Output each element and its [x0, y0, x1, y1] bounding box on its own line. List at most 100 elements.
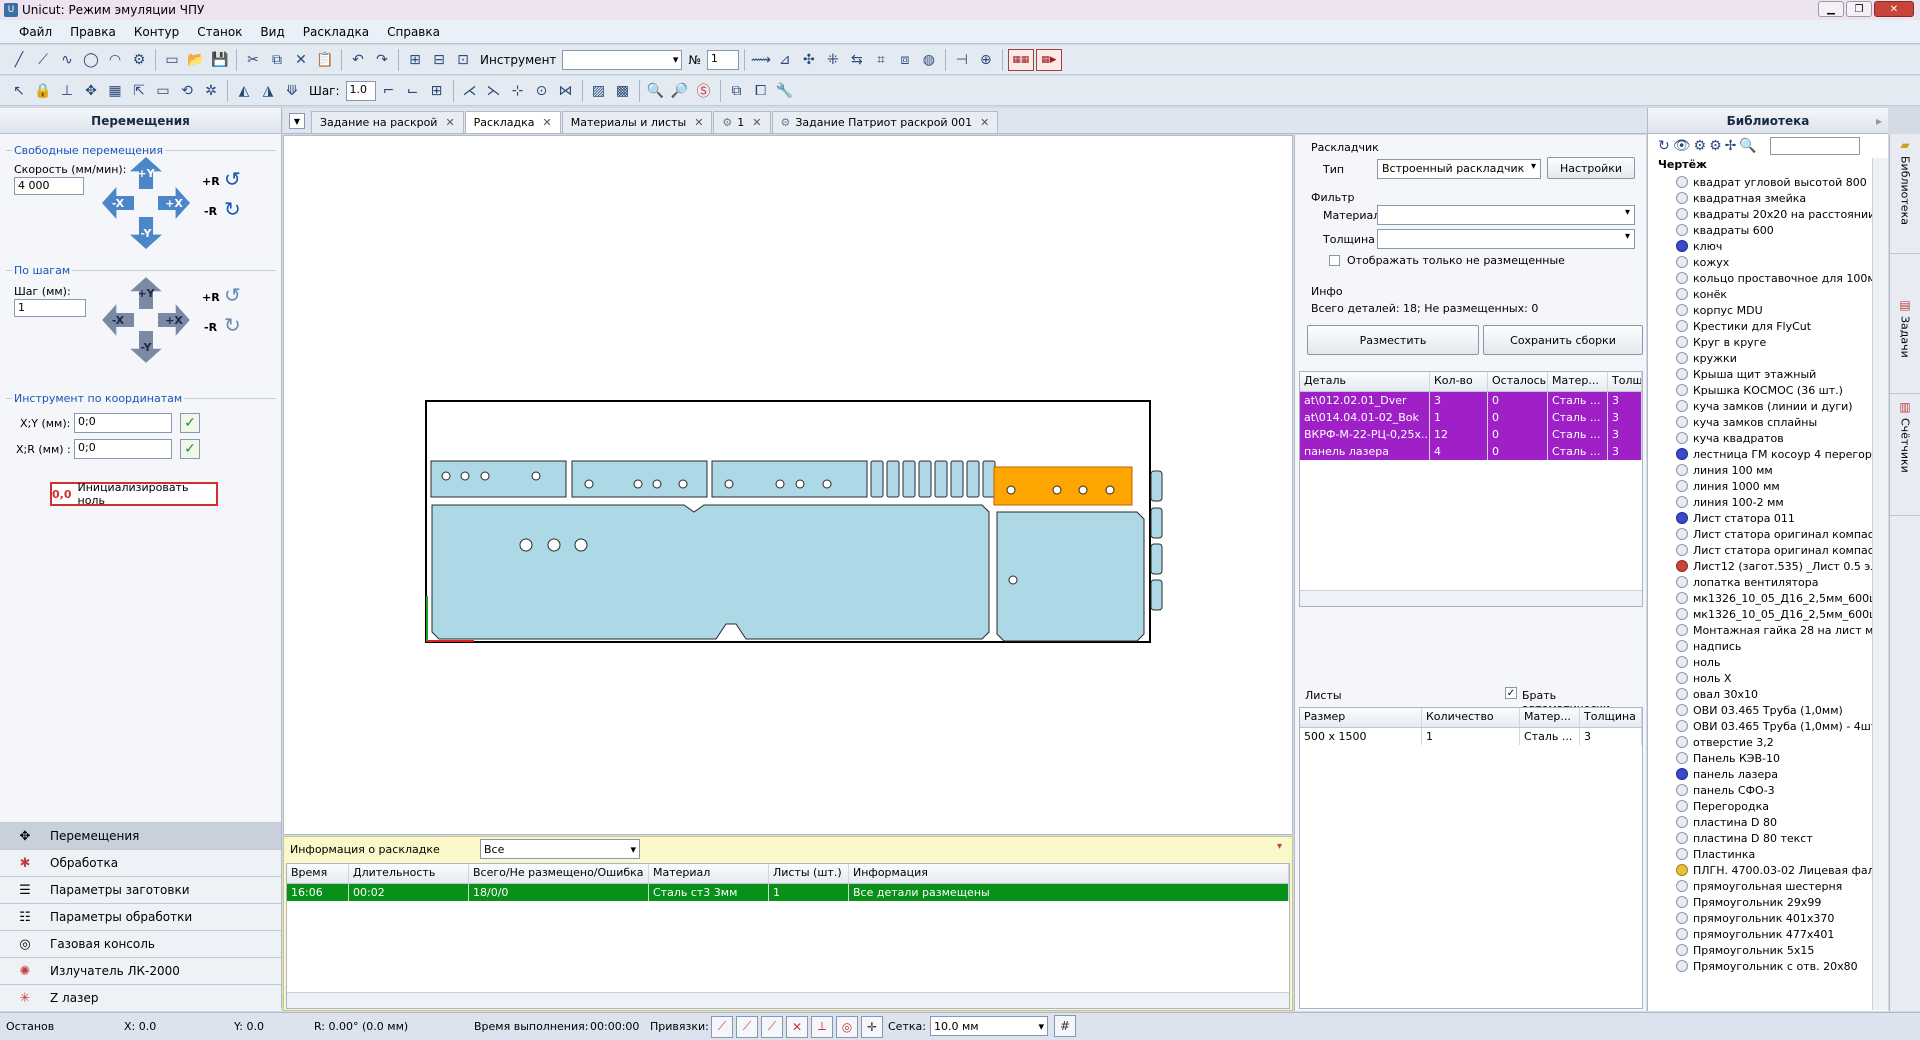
part-strip[interactable]	[934, 460, 948, 498]
list-item[interactable]: квадрат угловой высотой 800	[1648, 174, 1888, 190]
snap-center-icon[interactable]: ⊙	[531, 80, 553, 102]
tab-materials-sheets[interactable]: Материалы и листы ✕	[561, 111, 713, 133]
gear-add-red-icon[interactable]: ✢	[1725, 138, 1737, 154]
list-item[interactable]: мк1326_10_05_Д16_2,5мм_600шт	[1648, 606, 1888, 622]
nav-item-process-params[interactable]: ☷ Параметры обработки	[0, 903, 281, 930]
send-cnc-icon[interactable]: ▦▶	[1035, 48, 1062, 71]
polyline-tool-icon[interactable]: ⟋	[32, 49, 54, 71]
step-plus-y-button[interactable]: +Y	[130, 277, 162, 309]
nav-item-gas-console[interactable]: ◎ Газовая консоль	[0, 930, 281, 957]
target-icon[interactable]: ⊕	[975, 49, 997, 71]
list-item[interactable]: Прямоугольник 5x15	[1648, 942, 1888, 958]
snap-line-icon[interactable]: ⟋	[761, 1015, 783, 1038]
list-item[interactable]: надпись	[1648, 638, 1888, 654]
list-item[interactable]: куча замков сплайны	[1648, 414, 1888, 430]
thickness-select[interactable]	[1377, 229, 1635, 249]
list-item[interactable]: пластина D 80	[1648, 814, 1888, 830]
list-item[interactable]: линия 1000 мм	[1648, 478, 1888, 494]
select-arrow-icon[interactable]: ↖	[8, 80, 30, 102]
list-item[interactable]: конёк	[1648, 286, 1888, 302]
minimize-button[interactable]: ▁	[1818, 1, 1844, 17]
group-icon[interactable]: ⊞	[404, 49, 426, 71]
snap-center-icon[interactable]: ◎	[836, 1015, 858, 1038]
tabs-dropdown-button[interactable]: ▼	[289, 113, 305, 129]
part-strip-vertical[interactable]	[1150, 470, 1163, 502]
list-item[interactable]: панель СФО-3	[1648, 782, 1888, 798]
part-strip[interactable]	[950, 460, 964, 498]
tool-select-icon[interactable]: ⊡	[452, 49, 474, 71]
list-item[interactable]: Лист12 (загот.535) _Лист 0.5 эл	[1648, 558, 1888, 574]
list-item[interactable]: лестница ГМ косоур 4 перегородки	[1648, 446, 1888, 462]
list-item[interactable]: Лист статора оригинал компас	[1648, 526, 1888, 542]
cut-icon[interactable]: ✂	[242, 49, 264, 71]
list-item[interactable]: Крышка КОСМОС (36 шт.)	[1648, 382, 1888, 398]
free-minus-y-button[interactable]: -Y	[130, 217, 162, 249]
list-item[interactable]: отверстие 3,2	[1648, 734, 1888, 750]
mirror-h-icon[interactable]: ◭	[233, 80, 255, 102]
sidetab-counters[interactable]: ▥ Счётчики	[1890, 396, 1920, 516]
cross-cut-icon[interactable]: ✣	[798, 49, 820, 71]
tools-settings-icon[interactable]: 🔧	[774, 80, 796, 102]
zoom-window-icon[interactable]: 🔎	[669, 80, 691, 102]
close-icon[interactable]: ✕	[980, 116, 989, 129]
list-item[interactable]: квадраты 20x20 на расстоянии 1	[1648, 206, 1888, 222]
tab-nesting[interactable]: Раскладка ✕	[464, 111, 561, 133]
part-strip[interactable]	[902, 460, 916, 498]
snap-intersection-icon[interactable]: ✕	[786, 1015, 808, 1038]
new-file-icon[interactable]: ▭	[161, 49, 183, 71]
nester-type-select[interactable]: Встроенный раскладчик	[1377, 159, 1541, 179]
undo-icon[interactable]: ↶	[347, 49, 369, 71]
list-item[interactable]: куча квадратов	[1648, 430, 1888, 446]
part-side-large[interactable]	[431, 504, 990, 640]
list-item[interactable]: прямоугольник 477x401	[1648, 926, 1888, 942]
list-item[interactable]: корпус MDU	[1648, 302, 1888, 318]
menu-file[interactable]: Файл	[10, 25, 61, 39]
eye-icon[interactable]: 👁	[1673, 138, 1691, 154]
free-plus-y-button[interactable]: +Y	[130, 157, 162, 189]
info-filter-select[interactable]: Все ▾	[480, 839, 640, 859]
tool-number-input[interactable]: 1	[706, 49, 739, 70]
library-root[interactable]: Чертёж	[1648, 158, 1888, 174]
part-strip-vertical[interactable]	[1150, 507, 1163, 539]
sheet-drawing[interactable]	[284, 136, 1292, 834]
explode-icon[interactable]: ✲	[200, 80, 222, 102]
list-item[interactable]: Круг в круге	[1648, 334, 1888, 350]
part-strip-vertical[interactable]	[1150, 579, 1163, 611]
grid-size-select[interactable]: 10.0 мм ▾	[930, 1016, 1048, 1036]
list-item[interactable]: кольцо проставочное для 100мм	[1648, 270, 1888, 286]
part-door-small[interactable]	[430, 460, 567, 498]
close-icon[interactable]: ✕	[694, 116, 703, 129]
xy-apply-button[interactable]: ✓	[180, 413, 200, 433]
snap-node-icon[interactable]: ⊹	[507, 80, 529, 102]
part-strip-vertical[interactable]	[1150, 543, 1163, 575]
snap-auto-icon[interactable]: ⋈	[555, 80, 577, 102]
nav-item-movements[interactable]: ✥ Перемещения	[0, 822, 281, 849]
free-plus-x-button[interactable]: +X	[158, 187, 190, 219]
xy-input[interactable]: 0;0	[74, 413, 172, 433]
table-row[interactable]: 500 x 1500 1 Сталь ... 3	[1300, 728, 1642, 745]
hatch-icon[interactable]: ▨	[588, 80, 610, 102]
menu-contour[interactable]: Контур	[125, 25, 188, 39]
step-input[interactable]: 1.0	[345, 80, 376, 101]
layers-icon[interactable]: ⧉	[726, 80, 748, 102]
snap-end-icon[interactable]: ⋌	[459, 80, 481, 102]
rectangle-select-icon[interactable]: ▭	[152, 80, 174, 102]
nav-item-processing[interactable]: ✱ Обработка	[0, 849, 281, 876]
list-item[interactable]: Лист статора оригинал компас1	[1648, 542, 1888, 558]
list-item[interactable]: прямоугольная шестерня	[1648, 878, 1888, 894]
mirror-v-icon[interactable]: ◮	[257, 80, 279, 102]
rotate-icon[interactable]: ⟲	[176, 80, 198, 102]
part-strip[interactable]	[982, 460, 996, 498]
snap-endpoint-icon[interactable]: ⟋	[711, 1015, 733, 1038]
corner-loop-icon[interactable]: ⌗	[870, 49, 892, 71]
horizontal-scrollbar[interactable]	[287, 992, 1289, 1008]
tool-select[interactable]: ▾	[562, 49, 683, 70]
scale-icon[interactable]: ⇱	[128, 80, 150, 102]
nav-item-z-laser[interactable]: ✳ Z лазер	[0, 984, 281, 1011]
list-item[interactable]: ноль	[1648, 654, 1888, 670]
table-row[interactable]: ВКРФ-М-22-РЦ-0,25х... 12 0 Сталь ... 3	[1300, 426, 1642, 443]
offset-icon[interactable]: ⟱	[281, 80, 303, 102]
material-select[interactable]	[1377, 205, 1635, 225]
step-minus-y-button[interactable]: -Y	[130, 331, 162, 363]
xr-apply-button[interactable]: ✓	[180, 439, 200, 459]
